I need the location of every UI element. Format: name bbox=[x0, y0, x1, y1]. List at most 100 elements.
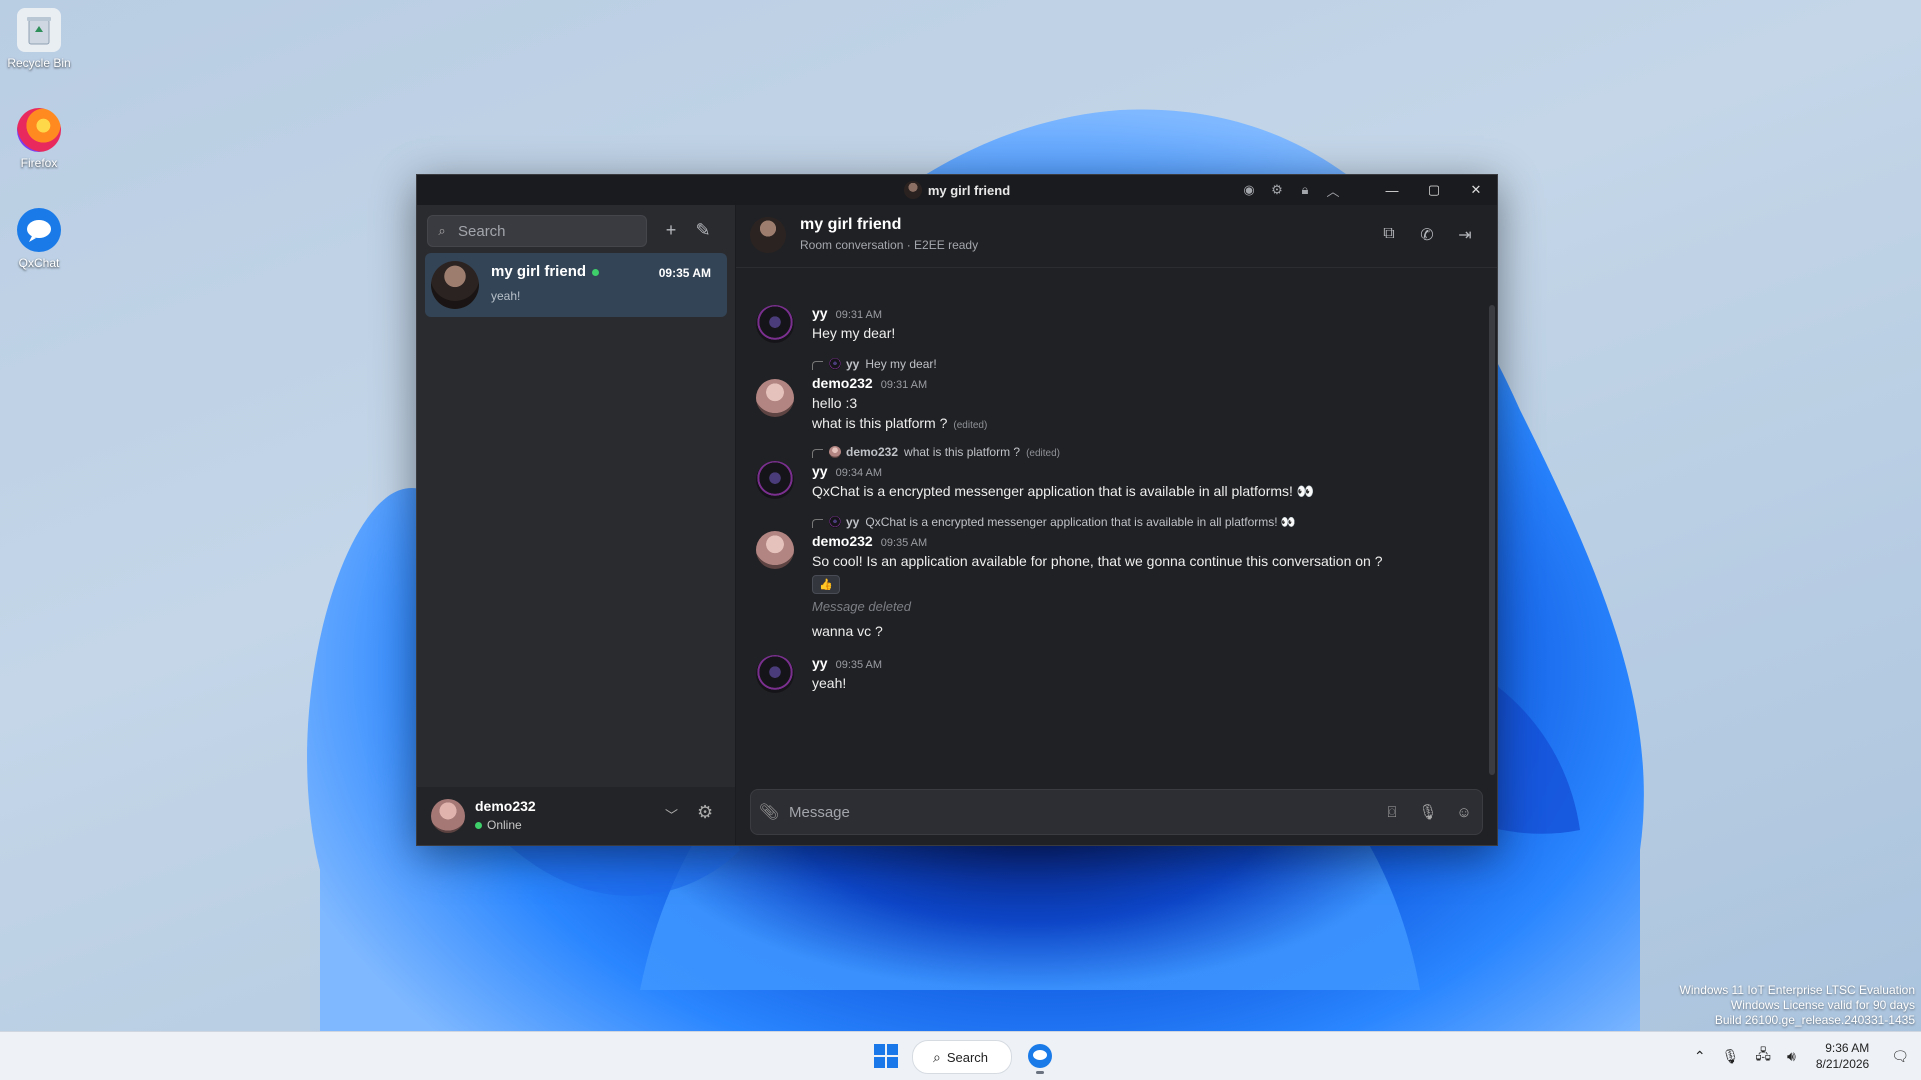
search-box[interactable]: ⌕ bbox=[427, 215, 647, 247]
clock-time: 9:36 AM bbox=[1825, 1041, 1870, 1055]
phone-icon[interactable]: ✆ bbox=[1417, 225, 1437, 245]
add-conversation-button[interactable]: + bbox=[658, 217, 684, 243]
message-text: what is this platform ? bbox=[812, 415, 948, 431]
avatar bbox=[756, 379, 794, 417]
message-header: demo232 09:31 AM bbox=[812, 375, 927, 393]
message-header: yy 09:35 AM bbox=[812, 655, 882, 673]
message-author: demo232 bbox=[812, 375, 873, 391]
reply-preview[interactable]: yy Hey my dear! bbox=[812, 357, 937, 371]
message-time: 09:31 AM bbox=[880, 379, 928, 391]
online-indicator bbox=[592, 268, 600, 276]
message-text: yeah! bbox=[812, 675, 847, 691]
desktop-icon-label: Firefox bbox=[20, 156, 58, 170]
message-scrollbar[interactable] bbox=[1489, 305, 1495, 775]
avatar bbox=[829, 358, 841, 370]
qxchat-icon bbox=[1028, 1044, 1052, 1068]
camera-icon[interactable]: ⌼ bbox=[1374, 804, 1410, 821]
reply-author: yy bbox=[846, 515, 860, 529]
leave-icon[interactable]: ⇥ bbox=[1455, 225, 1475, 245]
plus-icon: + bbox=[665, 219, 677, 240]
room-avatar bbox=[750, 217, 786, 253]
taskbar-qxchat[interactable] bbox=[1022, 1038, 1058, 1074]
speaker-icon[interactable]: 🔊︎ bbox=[1787, 1048, 1796, 1065]
message-text: wanna vc ? bbox=[812, 623, 883, 639]
desktop-icon-qxchat[interactable]: QxChat bbox=[4, 208, 74, 270]
deleted-message: Message deleted bbox=[812, 599, 912, 614]
taskbar-search[interactable]: ⌕ Search bbox=[912, 1040, 1012, 1074]
gear-icon[interactable]: ⚙ bbox=[1269, 182, 1285, 198]
chat-subtitle: Room conversation · E2EE ready bbox=[800, 238, 979, 252]
desktop-icon-recycle-bin[interactable]: Recycle Bin bbox=[4, 8, 74, 70]
reply-author: yy bbox=[846, 357, 860, 371]
watermark-line: Windows 11 IoT Enterprise LTSC Evaluatio… bbox=[1679, 983, 1915, 997]
message-line: what is this platform ? (edited) bbox=[812, 415, 987, 433]
desktop-icon-label: Recycle Bin bbox=[7, 56, 71, 70]
reply-text: what is this platform ? bbox=[904, 445, 1021, 459]
chevron-down-icon[interactable]: ﹀ bbox=[665, 805, 678, 824]
notification-icon[interactable]: 🗨 bbox=[1891, 1048, 1909, 1065]
edit-icon: ✎ bbox=[695, 219, 711, 240]
conversation-item[interactable]: my girl friend 09:35 AM yeah! bbox=[425, 253, 727, 317]
message-list[interactable]: yy 09:31 AM Hey my dear! yy Hey my dear! d… bbox=[736, 269, 1485, 779]
reply-text: Hey my dear! bbox=[865, 357, 937, 371]
reply-hook-icon bbox=[812, 519, 823, 528]
reply-hook-icon bbox=[812, 449, 823, 458]
reaction-thumbs-up[interactable]: 👍 bbox=[812, 575, 840, 594]
start-button[interactable] bbox=[874, 1044, 898, 1068]
windows-logo-icon bbox=[874, 1044, 898, 1068]
avatar bbox=[756, 305, 794, 343]
desktop-icon-firefox[interactable]: Firefox bbox=[4, 108, 74, 170]
network-icon[interactable]: 🖧 bbox=[1755, 1044, 1771, 1068]
current-user-status-row: Online bbox=[475, 818, 522, 832]
message-header: yy 09:31 AM bbox=[812, 305, 882, 323]
message-time: 09:35 AM bbox=[880, 537, 928, 549]
chevron-up-icon[interactable]: ⌃ bbox=[1694, 1048, 1706, 1065]
message-text: QxChat is a encrypted messenger applicat… bbox=[812, 483, 1315, 499]
microphone-icon[interactable]: 🎙︎ bbox=[1722, 1048, 1740, 1065]
firefox-icon bbox=[17, 108, 61, 152]
running-indicator bbox=[1036, 1071, 1044, 1074]
microphone-icon[interactable]: 🎙︎ bbox=[1410, 803, 1446, 821]
reply-author: demo232 bbox=[846, 445, 899, 459]
title-bar[interactable]: my girl friend ◉ ⚙ 🔒︎ ︿ — ▢ ✕ bbox=[417, 175, 1497, 205]
clock-date: 8/21/2026 bbox=[1815, 1057, 1870, 1071]
emoji-icon[interactable]: ☺ bbox=[1446, 804, 1482, 821]
windows-watermark: Windows 11 IoT Enterprise LTSC Evaluatio… bbox=[1680, 983, 1915, 1028]
reply-preview[interactable]: demo232 what is this platform ? (edited) bbox=[812, 445, 1060, 459]
taskbar-search-label: Search bbox=[946, 1049, 989, 1065]
room-avatar bbox=[903, 181, 922, 199]
clock[interactable]: 9:36 AM 8/21/2026 bbox=[1816, 1040, 1869, 1072]
desktop-icon-label: QxChat bbox=[18, 256, 60, 270]
settings-gear-icon[interactable]: ⚙ bbox=[697, 802, 713, 823]
chat-header: my girl friend Room conversation · E2EE … bbox=[736, 205, 1497, 268]
message-time: 09:34 AM bbox=[835, 467, 883, 479]
message-author: demo232 bbox=[812, 533, 873, 549]
qxchat-icon bbox=[17, 208, 61, 252]
reply-hook-icon bbox=[812, 361, 823, 370]
search-icon: ⌕ bbox=[438, 223, 446, 238]
maximize-button[interactable]: ▢ bbox=[1413, 175, 1455, 205]
avatar bbox=[431, 261, 479, 309]
online-indicator bbox=[475, 822, 482, 829]
reply-preview[interactable]: yy QxChat is a encrypted messenger applic… bbox=[812, 515, 1296, 529]
message-time: 09:31 AM bbox=[835, 309, 883, 321]
search-input[interactable] bbox=[456, 221, 640, 241]
conversation-preview: yeah! bbox=[491, 289, 521, 303]
current-user-panel[interactable]: demo232 Online ﹀ ⚙ bbox=[417, 787, 735, 845]
close-button[interactable]: ✕ bbox=[1455, 175, 1497, 205]
minimize-button[interactable]: — bbox=[1371, 175, 1413, 205]
message-input[interactable] bbox=[787, 802, 1374, 822]
compose-button[interactable]: ✎ bbox=[690, 217, 716, 243]
message-text: Hey my dear! bbox=[812, 325, 896, 341]
attach-icon[interactable]: 📎︎ bbox=[751, 802, 787, 822]
message-composer: 📎︎ ⌼ 🎙︎ ☺ bbox=[750, 789, 1483, 835]
popout-icon[interactable]: ⧉ bbox=[1379, 225, 1399, 245]
avatar bbox=[431, 799, 465, 833]
search-icon: ⌕ bbox=[933, 1048, 941, 1065]
system-tray: ⌃ 🎙︎ 🖧 🔊︎ 9:36 AM 8/21/2026 🗨 bbox=[1686, 1032, 1921, 1080]
lock-icon[interactable]: 🔒︎ bbox=[1297, 182, 1313, 198]
eye-icon[interactable]: ◉ bbox=[1241, 182, 1257, 198]
chevron-up-icon[interactable]: ︿ bbox=[1325, 181, 1341, 200]
watermark-line: Build 26100.ge_release.240331-1435 bbox=[1714, 1013, 1915, 1027]
message-header: demo232 09:35 AM bbox=[812, 533, 927, 551]
